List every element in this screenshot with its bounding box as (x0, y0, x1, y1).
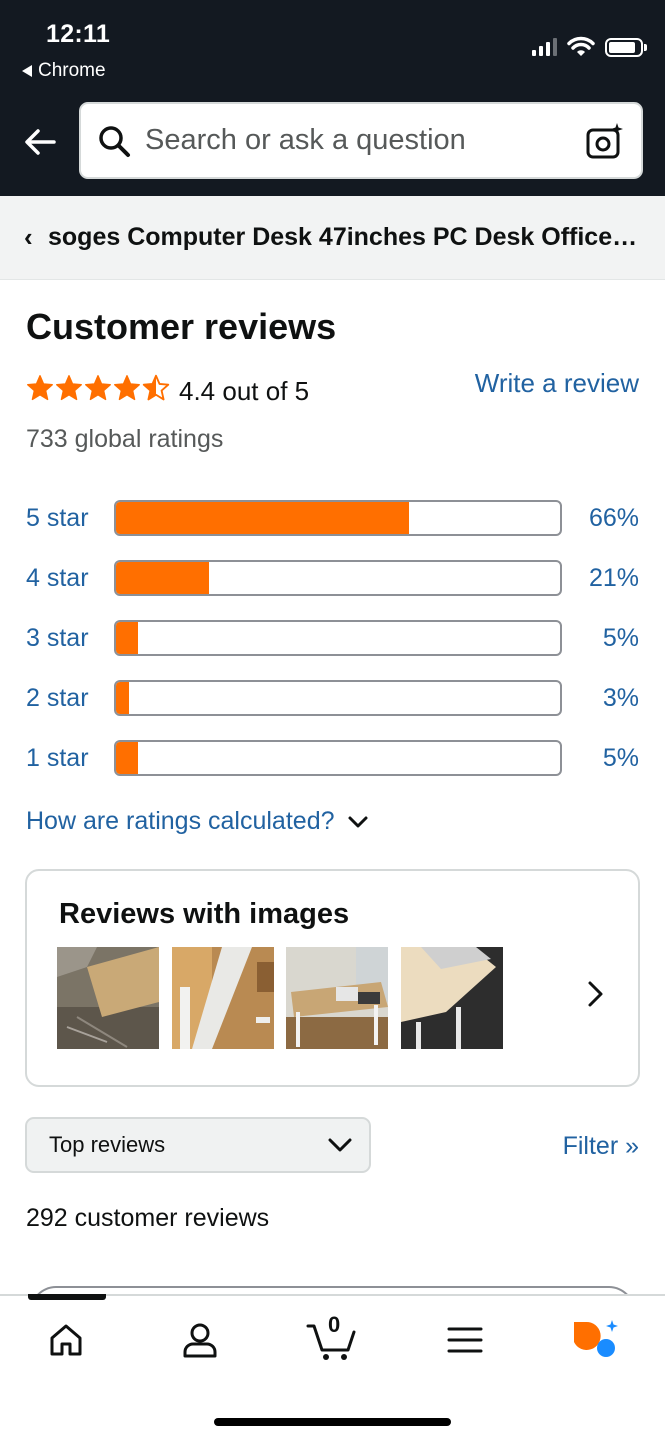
write-review-link[interactable]: Write a review (475, 368, 639, 399)
star-half-icon (142, 374, 170, 401)
cart-icon[interactable]: 0 (306, 1312, 360, 1362)
histogram-bar[interactable] (114, 680, 562, 716)
top-header: 12:11 Chrome Search or ask a question (0, 0, 665, 196)
global-ratings-count: 733 global ratings (26, 425, 224, 453)
histogram-bar[interactable] (114, 500, 562, 536)
sort-dropdown[interactable]: Top reviews (25, 1117, 371, 1173)
histogram-percent[interactable]: 5% (603, 744, 639, 773)
chevron-down-icon (328, 1138, 352, 1152)
wifi-icon (567, 36, 595, 56)
account-icon[interactable] (178, 1318, 222, 1362)
average-rating-text: 4.4 out of 5 (179, 376, 310, 406)
histogram-percent[interactable]: 21% (589, 564, 639, 593)
reviews-with-images-card: Reviews with images (25, 869, 640, 1087)
back-to-app-link[interactable]: Chrome (22, 60, 106, 82)
histogram-label[interactable]: 5 star (26, 504, 114, 533)
histogram-percent[interactable]: 5% (603, 624, 639, 653)
histogram-bar-fill (116, 742, 139, 774)
filter-link[interactable]: Filter » (563, 1132, 639, 1161)
star-full-icon (85, 375, 111, 401)
search-icon (99, 125, 130, 157)
histogram-label[interactable]: 4 star (26, 564, 114, 593)
search-input[interactable]: Search or ask a question (145, 124, 585, 157)
histogram-row[interactable]: 1 star 5% (26, 740, 639, 776)
page-title: Customer reviews (26, 306, 337, 347)
camera-search-icon[interactable] (585, 121, 625, 161)
customer-reviews-count: 292 customer reviews (26, 1204, 270, 1232)
review-image-thumbnail[interactable] (57, 947, 159, 1049)
rufus-ai-icon[interactable] (570, 1318, 620, 1362)
breadcrumb-product-title[interactable]: soges Computer Desk 47inches PC Desk Off… (48, 223, 638, 252)
breadcrumb[interactable]: ‹ soges Computer Desk 47inches PC Desk O… (0, 196, 665, 280)
histogram-bar[interactable] (114, 560, 562, 596)
chevron-left-icon: ‹ (24, 222, 33, 252)
histogram-row[interactable]: 2 star 3% (26, 680, 639, 716)
review-image-thumbnail[interactable] (286, 947, 388, 1049)
review-image-thumbnail[interactable] (401, 947, 503, 1049)
cellular-signal-icon (532, 38, 557, 56)
histogram-label[interactable]: 1 star (26, 744, 114, 773)
how-ratings-calculated-label: How are ratings calculated? (26, 807, 335, 835)
status-icons (532, 36, 647, 58)
star-full-icon (56, 375, 82, 401)
search-bar[interactable]: Search or ask a question (79, 102, 643, 179)
home-icon[interactable] (44, 1318, 88, 1362)
histogram-percent[interactable]: 3% (603, 684, 639, 713)
sort-selected-value: Top reviews (49, 1132, 166, 1157)
star-full-icon (27, 375, 53, 401)
histogram-label[interactable]: 3 star (26, 624, 114, 653)
review-image-thumbnail[interactable] (172, 947, 274, 1049)
star-full-icon (114, 375, 140, 401)
how-ratings-calculated-toggle[interactable]: How are ratings calculated? (26, 807, 369, 836)
histogram-bar-fill (116, 562, 210, 594)
chevron-down-icon (348, 816, 367, 827)
back-arrow-icon[interactable] (22, 124, 58, 160)
battery-icon (605, 37, 647, 57)
histogram-row[interactable]: 4 star 21% (26, 560, 639, 596)
star-rating (26, 374, 170, 402)
histogram-bar[interactable] (114, 740, 562, 776)
status-time: 12:11 (46, 20, 111, 48)
menu-icon[interactable] (443, 1318, 487, 1362)
home-indicator (214, 1418, 451, 1426)
cart-count-badge: 0 (328, 1312, 341, 1337)
histogram-label[interactable]: 2 star (26, 684, 114, 713)
chevron-right-icon[interactable] (582, 979, 608, 1009)
histogram-bar-fill (116, 622, 139, 654)
histogram-percent[interactable]: 66% (589, 504, 639, 533)
back-app-label: Chrome (38, 60, 106, 81)
bottom-navigation: 0 (0, 1294, 665, 1440)
histogram-row[interactable]: 3 star 5% (26, 620, 639, 656)
reviews-with-images-title: Reviews with images (59, 898, 350, 930)
histogram-bar-fill (116, 502, 410, 534)
back-triangle-icon (22, 65, 32, 77)
histogram-row[interactable]: 5 star 66% (26, 500, 639, 536)
histogram-bar[interactable] (114, 620, 562, 656)
active-tab-indicator (28, 1294, 106, 1300)
histogram-bar-fill (116, 682, 130, 714)
